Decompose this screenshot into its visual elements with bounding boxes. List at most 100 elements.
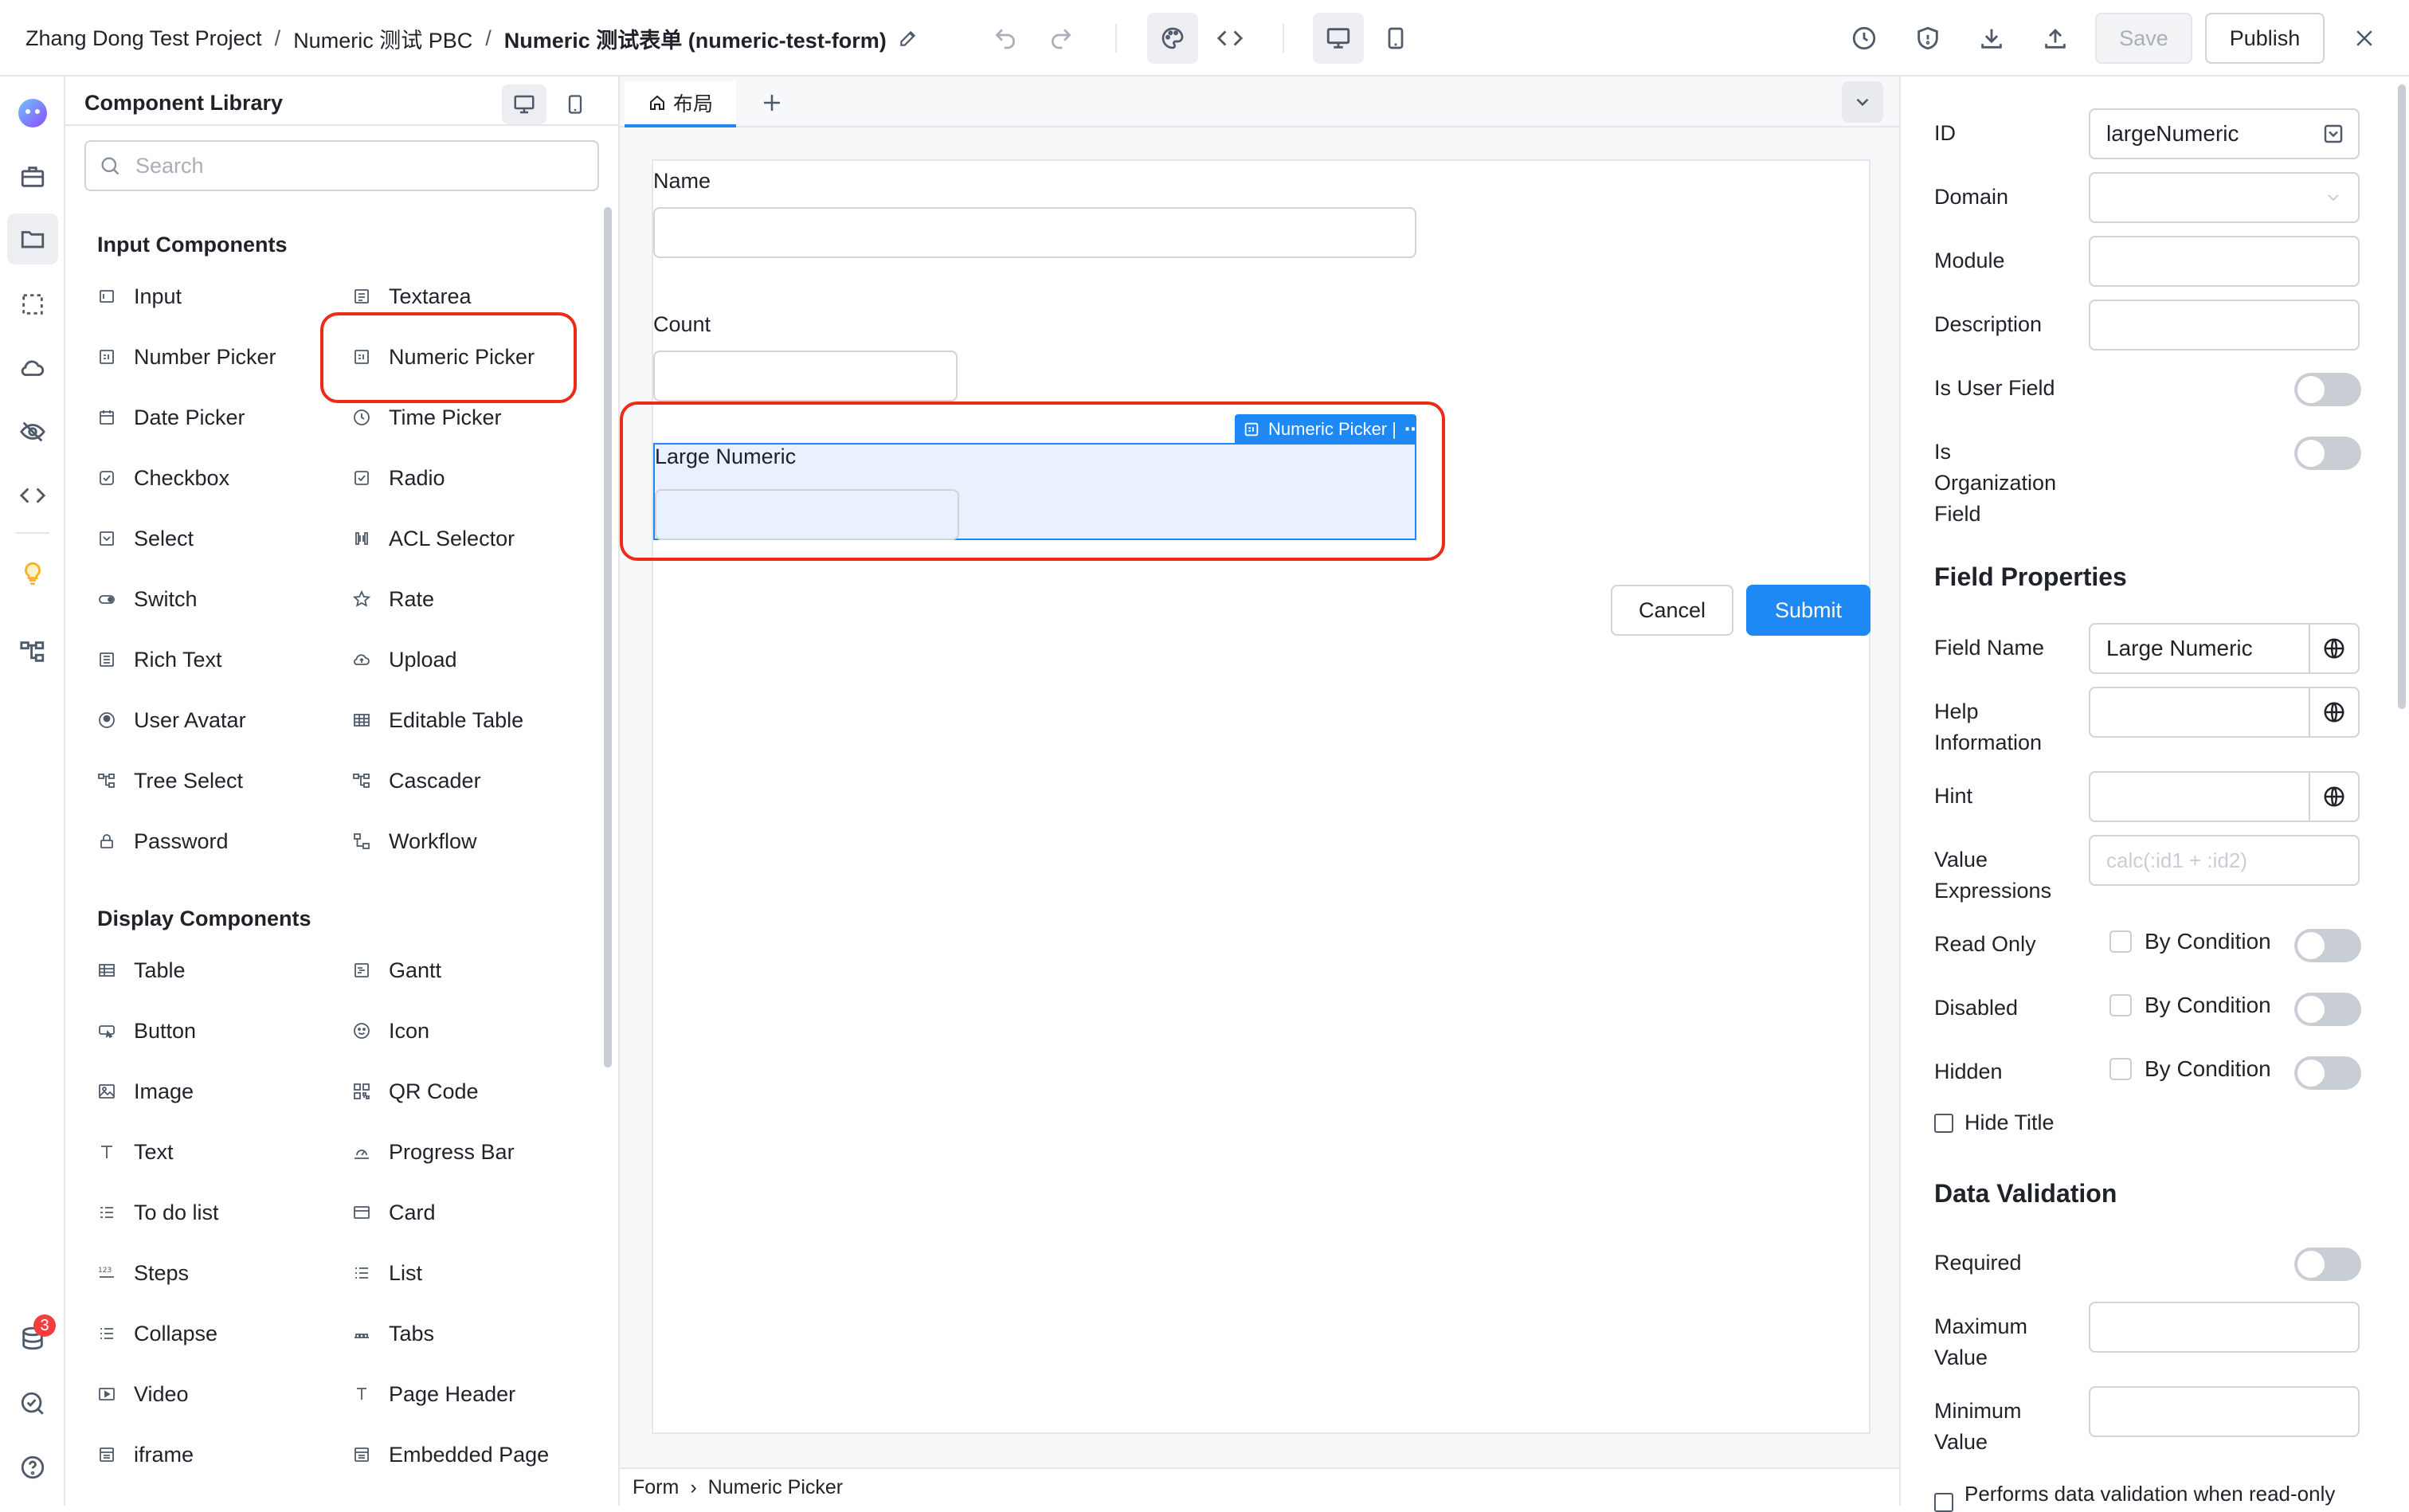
redo-icon[interactable] — [1042, 19, 1080, 57]
read-only-by-condition[interactable]: By Condition — [2109, 929, 2271, 954]
hide-title-checkbox[interactable] — [1934, 1113, 1953, 1133]
submit-button[interactable]: Submit — [1746, 585, 1870, 636]
save-button[interactable]: Save — [2095, 13, 2192, 64]
path-root[interactable]: Form — [633, 1476, 679, 1499]
disabled-by-condition[interactable]: By Condition — [2109, 993, 2271, 1018]
component-item-steps[interactable]: 123 Steps — [97, 1254, 189, 1292]
upload-icon[interactable] — [2036, 19, 2074, 57]
name-input[interactable] — [653, 207, 1416, 258]
required-toggle[interactable] — [2294, 1248, 2361, 1281]
selection-icon[interactable] — [14, 285, 52, 323]
component-item-radio[interactable]: Radio — [352, 459, 445, 497]
hint-input[interactable] — [2089, 771, 2360, 822]
add-tab-icon[interactable] — [752, 83, 792, 123]
component-item-date-picker[interactable]: Date Picker — [97, 398, 245, 437]
component-item-collapse[interactable]: Collapse — [97, 1314, 217, 1353]
read-only-toggle[interactable] — [2294, 929, 2361, 962]
component-item-time-picker[interactable]: Time Picker — [352, 398, 502, 437]
hidden-condition-checkbox[interactable] — [2109, 1058, 2132, 1080]
component-item-number-picker[interactable]: Number Picker — [97, 338, 276, 376]
component-item-qr-code[interactable]: QR Code — [352, 1072, 479, 1110]
maximum-value-input[interactable] — [2089, 1302, 2360, 1353]
mobile-icon[interactable] — [1377, 19, 1415, 57]
globe-icon[interactable] — [2309, 625, 2358, 672]
component-item-progress-bar[interactable]: Progress Bar — [352, 1133, 515, 1171]
component-item-acl-selector[interactable]: ACL Selector — [352, 519, 515, 558]
component-item-iframe[interactable]: iframe — [97, 1436, 194, 1474]
component-item-text[interactable]: Text — [97, 1133, 174, 1171]
properties-scrollbar[interactable] — [2398, 84, 2406, 709]
read-only-condition-checkbox[interactable] — [2109, 930, 2132, 953]
undo-icon[interactable] — [986, 19, 1024, 57]
component-item-image[interactable]: Image — [97, 1072, 194, 1110]
component-item-rich-text[interactable]: Rich Text — [97, 640, 222, 679]
download-icon[interactable] — [1972, 19, 2011, 57]
component-item-to-do-list[interactable]: To do list — [97, 1193, 219, 1232]
breadcrumb-app[interactable]: Numeric 测试 PBC — [293, 23, 472, 54]
disabled-toggle[interactable] — [2294, 993, 2361, 1026]
minimum-value-input[interactable] — [2089, 1386, 2360, 1437]
component-item-rate[interactable]: Rate — [352, 580, 434, 618]
module-input[interactable] — [2089, 236, 2360, 287]
component-item-card[interactable]: Card — [352, 1193, 436, 1232]
shield-icon[interactable] — [1909, 19, 1947, 57]
dropdown-box-icon[interactable] — [2309, 110, 2358, 158]
component-item-table[interactable]: Table — [97, 951, 186, 989]
component-item-page-header[interactable]: Page Header — [352, 1375, 515, 1413]
readonly-validation-checkbox[interactable] — [1934, 1493, 1953, 1512]
component-item-video[interactable]: Video — [97, 1375, 189, 1413]
folder-icon[interactable] — [7, 213, 58, 264]
count-input[interactable] — [653, 351, 958, 402]
library-scrollbar[interactable] — [604, 207, 612, 1067]
component-item-cascader[interactable]: Cascader — [352, 762, 481, 800]
value-expressions-input[interactable]: calc(:id1 + :id2) — [2089, 835, 2360, 886]
component-item-gantt[interactable]: Gantt — [352, 951, 441, 989]
desktop-icon[interactable] — [1313, 13, 1364, 64]
disabled-condition-checkbox[interactable] — [2109, 994, 2132, 1016]
component-item-upload[interactable]: Upload — [352, 640, 457, 679]
search-check-icon[interactable] — [14, 1385, 52, 1423]
code-icon[interactable] — [1211, 19, 1249, 57]
edit-pencil-icon[interactable] — [898, 28, 919, 49]
globe-icon[interactable] — [2309, 773, 2358, 821]
is-org-field-toggle[interactable] — [2294, 437, 2361, 470]
desktop-icon[interactable] — [502, 84, 546, 124]
component-item-input[interactable]: Input — [97, 277, 182, 315]
component-item-user-avatar[interactable]: User Avatar — [97, 701, 246, 739]
is-user-field-toggle[interactable] — [2294, 373, 2361, 406]
domain-select[interactable] — [2089, 172, 2360, 223]
description-input[interactable] — [2089, 300, 2360, 351]
component-item-workflow[interactable]: Workflow — [352, 822, 477, 860]
component-search[interactable] — [84, 140, 599, 191]
component-item-textarea[interactable]: Textarea — [352, 277, 472, 315]
eye-off-icon[interactable] — [14, 413, 52, 451]
hidden-toggle[interactable] — [2294, 1056, 2361, 1090]
component-item-password[interactable]: Password — [97, 822, 229, 860]
breadcrumb-project[interactable]: Zhang Dong Test Project — [25, 26, 262, 51]
search-input[interactable] — [134, 152, 580, 179]
component-item-tabs[interactable]: Tabs — [352, 1314, 434, 1353]
component-item-button[interactable]: Button — [97, 1012, 196, 1050]
history-icon[interactable] — [1845, 19, 1883, 57]
tab-layout[interactable]: 布局 — [625, 81, 736, 127]
component-item-icon[interactable]: Icon — [352, 1012, 429, 1050]
mobile-icon[interactable] — [553, 84, 597, 124]
hidden-by-condition[interactable]: By Condition — [2109, 1056, 2271, 1082]
chevron-down-icon[interactable] — [1842, 81, 1883, 123]
component-item-editable-table[interactable]: Editable Table — [352, 701, 523, 739]
readonly-validation-row[interactable]: Performs data validation when read-only — [1934, 1475, 2335, 1512]
logo-icon[interactable] — [14, 94, 52, 132]
publish-button[interactable]: Publish — [2205, 13, 2325, 64]
globe-icon[interactable] — [2309, 688, 2358, 736]
component-item-list[interactable]: List — [352, 1254, 422, 1292]
component-item-embedded-page[interactable]: Embedded Page — [352, 1436, 549, 1474]
code-icon[interactable] — [14, 476, 52, 515]
component-item-select[interactable]: Select — [97, 519, 194, 558]
briefcase-icon[interactable] — [14, 158, 52, 196]
component-item-switch[interactable]: Switch — [97, 580, 198, 618]
help-icon[interactable] — [14, 1448, 52, 1487]
tree-icon[interactable] — [14, 633, 52, 671]
palette-icon[interactable] — [1147, 13, 1198, 64]
close-icon[interactable] — [2345, 19, 2384, 57]
field-name-input[interactable]: Large Numeric — [2089, 623, 2360, 674]
